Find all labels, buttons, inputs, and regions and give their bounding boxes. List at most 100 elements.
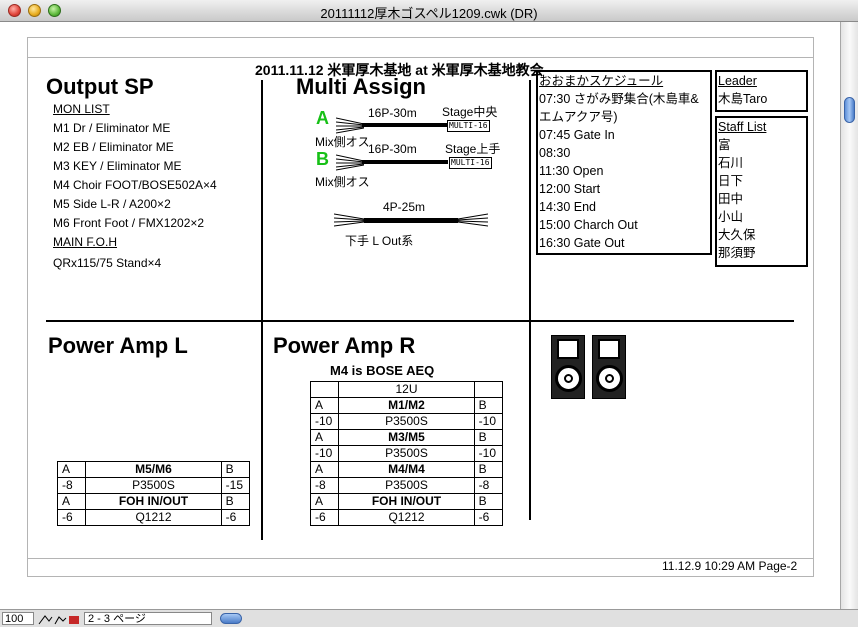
document-pane[interactable]: 2011.11.12 米軍厚木基地 at 米軍厚木基地教会 Output SP … [0, 22, 840, 609]
multi-a-letter: A [316, 108, 329, 128]
mon-item: M6 Front Foot / FMX1202×2 [53, 216, 205, 230]
table-row: A M4/M4 B [309, 461, 504, 478]
header-divider [28, 57, 813, 58]
foh-item: QRx115/75 Stand×4 [53, 256, 162, 270]
staff-name: 那須野 [718, 246, 756, 260]
table-cell: -6 [220, 509, 251, 526]
output-sp-heading: Output SP [46, 74, 154, 99]
title-bar: 20111112厚木ゴスペル1209.cwk (DR) [0, 0, 858, 22]
table-cell: M1/M2 [338, 397, 475, 414]
zoom-field[interactable]: 100 [2, 612, 34, 625]
staff-name: 石川 [718, 156, 744, 170]
table-row: A M3/M5 B [309, 429, 504, 446]
table-cell: M3/M5 [338, 429, 475, 446]
table-cell: A [56, 493, 87, 510]
table-row: -10 P3500S -10 [309, 445, 504, 462]
schedule-item: 11:30 Open [539, 164, 604, 178]
staff-name: 小山 [718, 210, 744, 224]
table-cell: -8 [56, 477, 87, 494]
power-amp-r-table: 12U A M1/M2 B -10 P3500S -10 A M3/M5 B -10 P350… [309, 381, 504, 526]
leader-box: Leader 木島Taro [715, 70, 808, 112]
staff-name: 田中 [718, 192, 744, 206]
table-cell: M5/M6 [85, 461, 222, 478]
view-tools-icon[interactable] [37, 613, 81, 625]
table-cell: A [309, 493, 340, 510]
table-cell: A [309, 429, 340, 446]
schedule-box: おおまかスケジュール 07:30 さがみ野集合(木島車& エムアクア号) 07:… [536, 70, 712, 255]
table-cell: -10 [473, 445, 504, 462]
fanout-icon [336, 117, 364, 134]
table-cell: B [473, 397, 504, 414]
schedule-item: 16:30 Gate Out [539, 236, 625, 250]
staff-label: Staff List [718, 120, 767, 134]
status-bar: 100 2 - 3 ページ [0, 609, 858, 627]
vertical-scrollbar[interactable] [840, 22, 858, 609]
table-cell: FOH IN/OUT [338, 493, 475, 510]
table-cell: -10 [473, 413, 504, 430]
table-cell: B [473, 493, 504, 510]
page-indicator[interactable]: 2 - 3 ページ [84, 612, 212, 625]
table-cell: P3500S [338, 477, 475, 494]
table-cell: -10 [309, 413, 340, 430]
multi-b-tag: MULTI-16 [449, 157, 492, 169]
staff-name: 大久保 [718, 228, 756, 242]
power-amp-r-heading: Power Amp R [273, 333, 416, 358]
schedule-item: エムアクア号) [539, 110, 618, 124]
table-cell: P3500S [338, 445, 475, 462]
table-cell: -8 [473, 477, 504, 494]
main-foh-label: MAIN F.O.H [53, 235, 118, 249]
schedule-item: 08:30 [539, 146, 571, 160]
table-cell: B [473, 429, 504, 446]
schedule-item: 07:45 Gate In [539, 128, 615, 142]
multi-c-label: 下手 L Out系 [345, 234, 414, 248]
table-cell [473, 381, 504, 398]
table-cell: B [220, 461, 251, 478]
leader-name: 木島Taro [718, 92, 768, 106]
table-cell: Q1212 [338, 509, 475, 526]
table-cell [309, 381, 340, 398]
leader-label: Leader [718, 74, 757, 88]
schedule-title: おおまかスケジュール [539, 74, 664, 88]
multi-a-stage: Stage中央 [442, 105, 498, 119]
mon-item: M3 KEY / Eliminator ME [53, 159, 182, 173]
table-row: -8 P3500S -15 [56, 477, 251, 494]
snake-cable-icon [334, 213, 488, 227]
multi-a-mix: Mix側オス [315, 135, 370, 149]
table-row: A FOH IN/OUT B [56, 493, 251, 510]
speaker-icon [551, 335, 585, 399]
table-cell: B [473, 461, 504, 478]
schedule-item: 07:30 さがみ野集合(木島車& [539, 92, 699, 106]
speaker-icon [592, 335, 626, 399]
mon-item: M5 Side L-R / A200×2 [53, 197, 171, 211]
table-row: -10 P3500S -10 [309, 413, 504, 430]
table-cell: A [309, 397, 340, 414]
table-row: -6 Q1212 -6 [309, 509, 504, 526]
multi-b-cable: 16P-30m [368, 142, 417, 156]
staff-name: 富 [718, 138, 731, 152]
page-footer: 11.12.9 10:29 AM Page-2 [662, 559, 798, 573]
power-amp-l-table: A M5/M6 B -8 P3500S -15 A FOH IN/OUT B -6 Q1212… [56, 461, 251, 526]
horizontal-scroll-thumb[interactable] [220, 613, 242, 624]
mon-list-label: MON LIST [53, 102, 110, 116]
schedule-item: 14:30 End [539, 200, 596, 214]
table-cell: -6 [56, 509, 87, 526]
power-amp-l-heading: Power Amp L [48, 333, 188, 358]
table-cell: Q1212 [85, 509, 222, 526]
multi-a-tag: MULTI-16 [447, 120, 490, 132]
row-divider [46, 320, 794, 322]
rack-label: 12U [338, 381, 475, 398]
table-cell: P3500S [338, 413, 475, 430]
schedule-item: 15:00 Charch Out [539, 218, 638, 232]
table-cell: -8 [309, 477, 340, 494]
table-cell: FOH IN/OUT [85, 493, 222, 510]
mon-item: M2 EB / Eliminator ME [53, 140, 174, 154]
fanout-icon [336, 154, 364, 171]
table-cell: -15 [220, 477, 251, 494]
table-row: -6 Q1212 -6 [56, 509, 251, 526]
multi-b-stage: Stage上手 [445, 142, 501, 156]
table-cell: -6 [473, 509, 504, 526]
multi-b-letter: B [316, 149, 329, 169]
table-cell: A [309, 461, 340, 478]
vertical-scroll-thumb[interactable] [844, 97, 855, 123]
table-row: A FOH IN/OUT B [309, 493, 504, 510]
